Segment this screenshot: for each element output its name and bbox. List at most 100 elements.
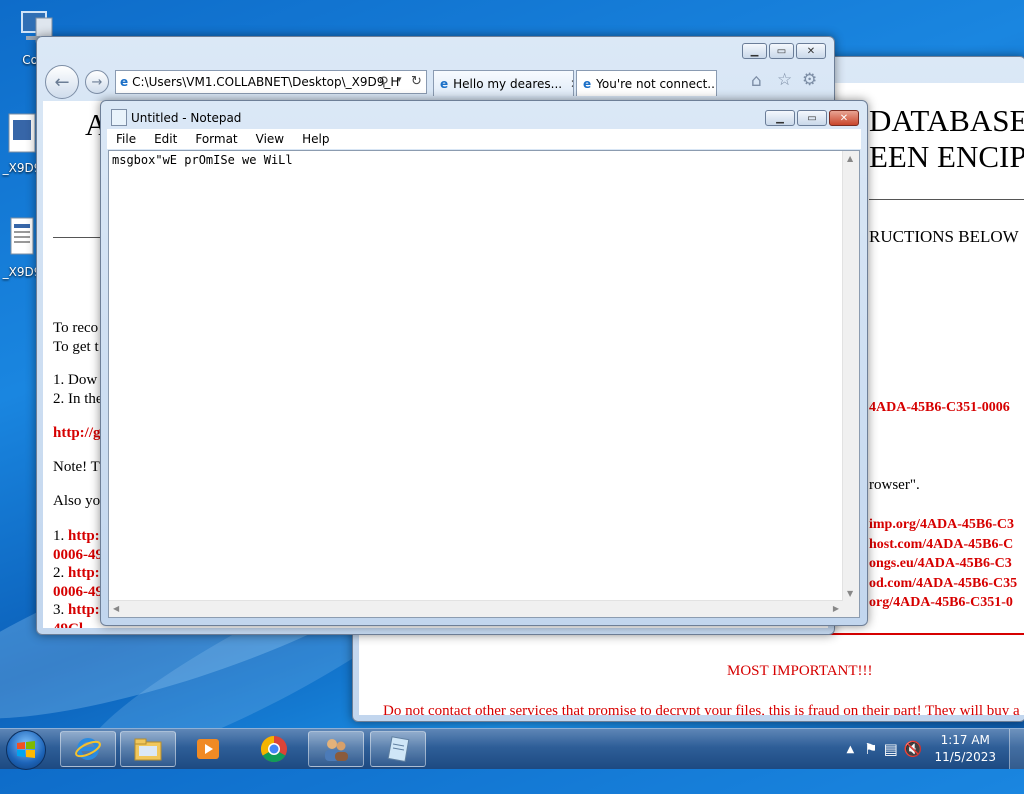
list-number: 3. xyxy=(53,602,68,618)
taskbar-chrome[interactable] xyxy=(246,731,302,767)
vertical-scrollbar[interactable]: ▲ ▼ xyxy=(842,151,859,601)
address-text: C:\Users\VM1.COLLABNET\Desktop\_X9D9_H xyxy=(132,75,400,89)
action-center-flag-icon[interactable]: ⚑ xyxy=(864,740,877,758)
menu-format[interactable]: Format xyxy=(186,132,246,146)
scroll-right-icon[interactable]: ▶ xyxy=(833,604,839,613)
window-title: Untitled - Notepad xyxy=(131,111,242,125)
most-important-heading: MOST IMPORTANT!!! xyxy=(727,663,873,679)
text-editor[interactable]: msgbox"wE prOmISe we WiLl ▲ ▼ ◀ ▶ xyxy=(108,150,860,618)
browser-text: rowser". xyxy=(869,477,920,493)
page-link[interactable]: http: xyxy=(68,602,100,618)
page-steps: 1. Dow 2. In the xyxy=(53,371,103,409)
instructions-heading: RUCTIONS BELOW xyxy=(869,227,1019,246)
ransom-link[interactable]: host.com/4ADA-45B6-C xyxy=(869,535,1017,555)
network-disconnected-icon[interactable]: ▤ xyxy=(884,740,898,758)
taskbar-notepad[interactable] xyxy=(370,731,426,767)
ransom-heading-line2: EEN ENCIP xyxy=(869,139,1024,174)
maximize-button[interactable]: ▭ xyxy=(769,43,794,59)
text-line: 49Cl xyxy=(53,620,103,629)
clock-date: 11/5/2023 xyxy=(934,750,996,764)
menu-edit[interactable]: Edit xyxy=(145,132,186,146)
minimize-button[interactable]: ▁ xyxy=(765,110,795,126)
taskbar-media-player[interactable] xyxy=(180,731,236,767)
text-line: To reco xyxy=(53,320,99,336)
menu-bar: File Edit Format View Help xyxy=(107,129,861,149)
ransom-link[interactable]: od.com/4ADA-45B6-C35 xyxy=(869,574,1017,594)
menu-view[interactable]: View xyxy=(247,132,293,146)
size-grip[interactable] xyxy=(843,601,859,617)
ransom-id: 4ADA-45B6-C351-0006 xyxy=(869,400,1010,415)
editor-content[interactable]: msgbox"wE prOmISe we WiLl xyxy=(112,153,293,167)
page-text-block: To reco To get t xyxy=(53,319,99,357)
window-controls: ▁ ▭ ✕ xyxy=(765,110,859,126)
notepad-window[interactable]: Untitled - Notepad ▁ ▭ ✕ File Edit Forma… xyxy=(100,100,868,626)
notepad-icon xyxy=(387,736,410,762)
text-line: 0006-49 xyxy=(53,546,103,563)
taskbar: ▲ ⚑ ▤ 🔇 1:17 AM 11/5/2023 xyxy=(0,728,1024,770)
taskbar-windows-explorer[interactable] xyxy=(120,731,176,767)
divider xyxy=(869,199,1024,200)
link-list: imp.org/4ADA-45B6-C3 host.com/4ADA-45B6-… xyxy=(869,515,1017,613)
forward-arrow-icon: → xyxy=(91,74,103,90)
notepad-title-icon xyxy=(111,109,127,126)
menu-help[interactable]: Help xyxy=(293,132,338,146)
scroll-left-icon[interactable]: ◀ xyxy=(113,604,119,613)
tab-label: You're not connect... xyxy=(596,76,717,91)
horizontal-scrollbar[interactable]: ◀ ▶ xyxy=(109,600,843,617)
show-desktop-button[interactable] xyxy=(1009,729,1024,769)
text-line: 1. Dow xyxy=(53,372,98,388)
tab-label: Hello my deares... xyxy=(453,76,563,91)
close-button[interactable]: ✕ xyxy=(796,43,826,59)
chrome-icon xyxy=(260,735,287,763)
back-button[interactable]: ← xyxy=(45,65,79,99)
warning-text: Do not contact other services that promi… xyxy=(383,703,1024,715)
ie-page-icon: e xyxy=(120,75,129,89)
forward-button[interactable]: → xyxy=(85,70,109,94)
system-tray: ▲ ⚑ ▤ 🔇 1:17 AM 11/5/2023 xyxy=(846,729,1024,769)
note-text: Note! T xyxy=(53,459,100,475)
menu-file[interactable]: File xyxy=(107,132,145,146)
clock-time: 1:17 AM xyxy=(940,733,990,747)
settings-gear-icon[interactable]: ⚙ xyxy=(802,70,817,90)
show-hidden-icons-icon[interactable]: ▲ xyxy=(846,744,854,755)
ransom-link[interactable]: imp.org/4ADA-45B6-C3 xyxy=(869,515,1017,535)
text-line: 2. In the xyxy=(53,391,103,407)
scroll-up-icon[interactable]: ▲ xyxy=(847,154,853,163)
back-arrow-icon: ← xyxy=(54,71,70,93)
home-icon[interactable]: ⌂ xyxy=(751,71,762,91)
taskbar-users[interactable] xyxy=(308,731,364,767)
search-icon[interactable]: ⚲ xyxy=(379,75,389,90)
users-icon xyxy=(325,739,348,761)
windows-explorer-icon xyxy=(134,738,162,761)
start-button[interactable] xyxy=(6,730,46,770)
ransom-link[interactable]: org/4ADA-45B6-C351-0 xyxy=(869,593,1017,613)
internet-explorer-icon xyxy=(75,738,101,760)
clock[interactable]: 1:17 AM 11/5/2023 xyxy=(934,732,996,766)
tab-not-connected[interactable]: e You're not connect... xyxy=(576,70,717,96)
ransom-link[interactable]: ongs.eu/4ADA-45B6-C3 xyxy=(869,554,1017,574)
page-link[interactable]: http: xyxy=(68,565,100,581)
scroll-down-icon[interactable]: ▼ xyxy=(847,589,853,598)
taskbar-internet-explorer[interactable] xyxy=(60,731,116,767)
favorites-star-icon[interactable]: ☆ xyxy=(777,70,792,90)
also-text: Also yo xyxy=(53,493,101,509)
text-line: To get t xyxy=(53,339,99,355)
ransom-heading-line1: DATABASE xyxy=(869,103,1024,138)
dropdown-icon[interactable]: ▾ xyxy=(397,75,402,85)
page-link[interactable]: http: xyxy=(68,528,100,544)
tab-hello-my-dearest[interactable]: e Hello my deares... ✕ xyxy=(433,70,574,96)
minimize-button[interactable]: ▁ xyxy=(742,43,767,59)
windows-logo-icon xyxy=(17,741,35,758)
maximize-button[interactable]: ▭ xyxy=(797,110,827,126)
list-number: 1. xyxy=(53,528,68,544)
refresh-icon[interactable]: ↻ xyxy=(411,74,422,89)
page-link[interactable]: http://g xyxy=(53,425,101,442)
volume-muted-icon[interactable]: 🔇 xyxy=(904,740,923,758)
close-button[interactable]: ✕ xyxy=(829,110,859,126)
list-number: 2. xyxy=(53,565,68,581)
tab-close-icon[interactable]: ✕ xyxy=(570,77,573,91)
ie-tab-icon: e xyxy=(583,76,592,91)
media-player-icon xyxy=(197,739,219,759)
window-controls: ▁ ▭ ✕ xyxy=(742,43,826,59)
link-list-left: 1. http: 0006-49 2. http: 0006-49 3. htt… xyxy=(53,527,103,628)
